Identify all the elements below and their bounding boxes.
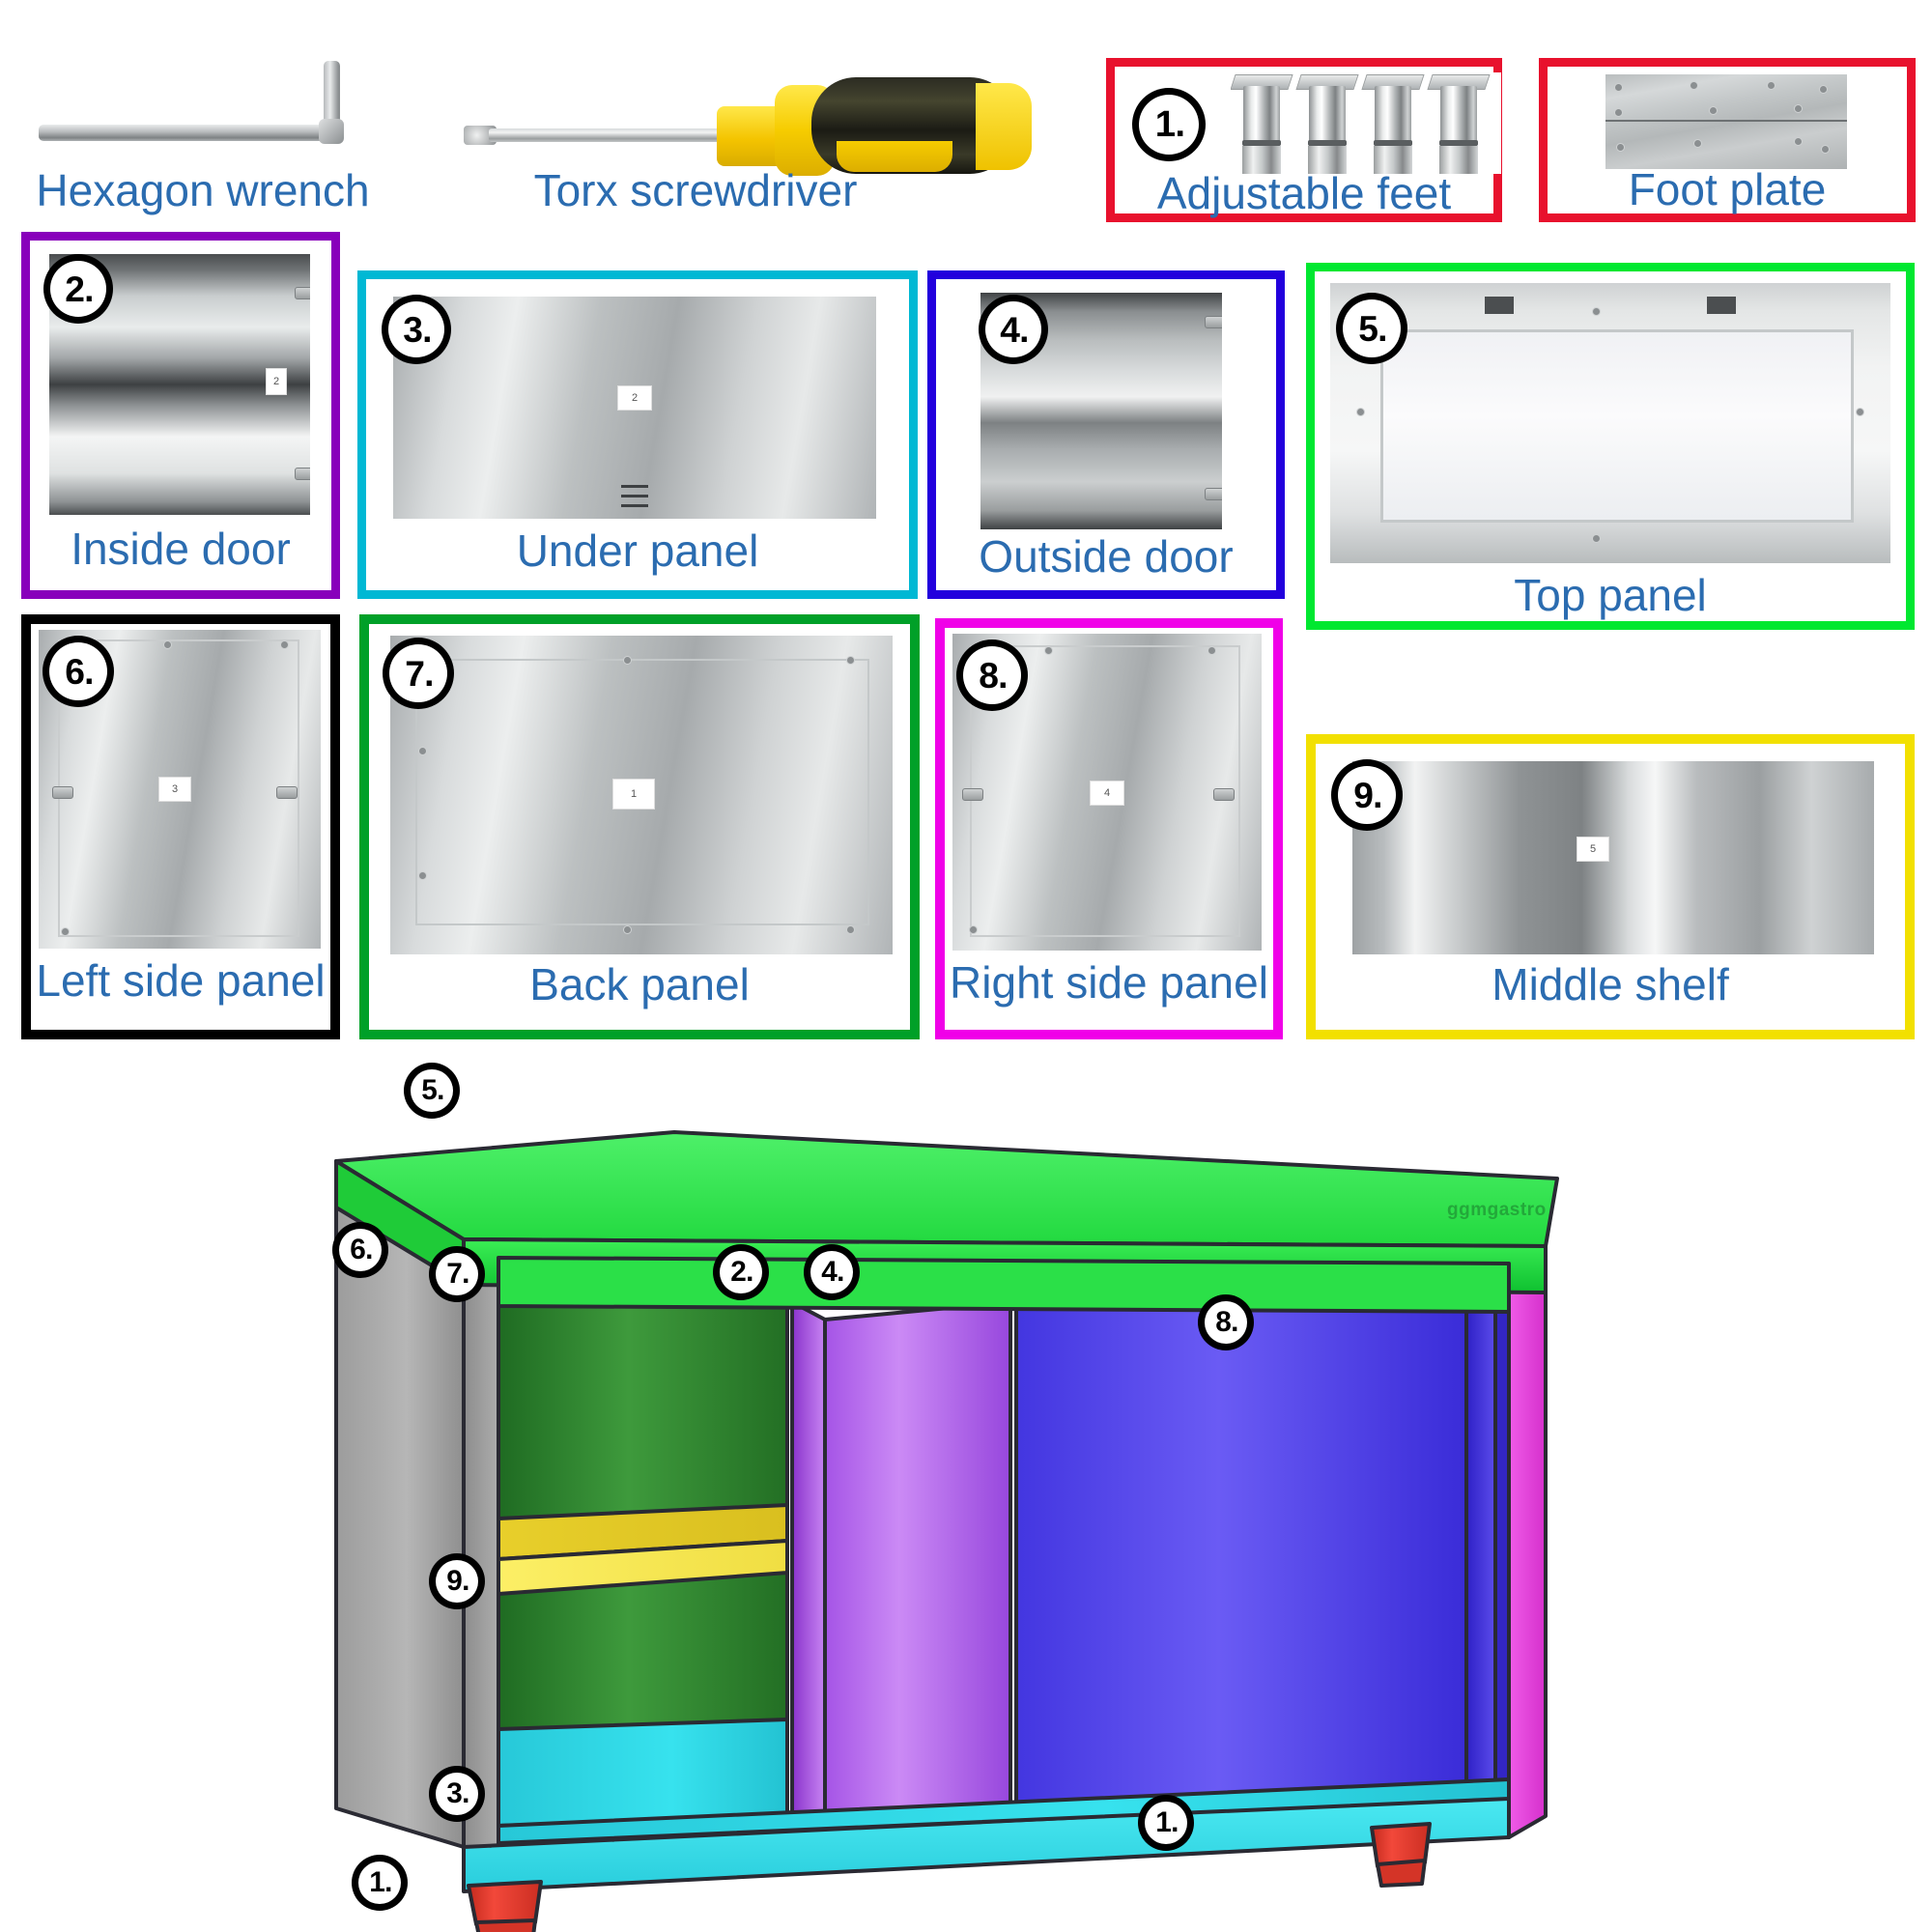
hexagon-wrench-label: Hexagon wrench xyxy=(36,165,370,215)
torx-screwdriver-illustration xyxy=(464,48,1072,176)
top-panel-label: Top panel xyxy=(1514,570,1707,620)
part-box-middle-shelf: 5 9. Middle shelf xyxy=(1306,734,1915,1039)
inside-door-tag: 2 xyxy=(266,368,287,395)
adjustable-foot xyxy=(1361,74,1425,174)
part-box-inside-door: 2 2. Inside door xyxy=(21,232,340,599)
part-box-right-side-panel: 4 8. Right side panel xyxy=(935,618,1283,1039)
bullet-8: 8. xyxy=(956,639,1028,711)
under-panel-tag: 2 xyxy=(617,385,652,411)
inside-door-3d xyxy=(823,1300,1012,1857)
part-box-top-panel: 5. Top panel xyxy=(1306,263,1915,630)
hexagon-wrench-illustration xyxy=(29,53,377,150)
outside-door-right-edge-3d xyxy=(1464,1291,1497,1795)
adjustable-foot xyxy=(1427,74,1491,174)
door-hinge-bottom xyxy=(1205,488,1222,500)
under-panel-label: Under panel xyxy=(516,526,759,576)
left-side-panel-label: Left side panel xyxy=(36,955,326,1006)
wrench-elbow xyxy=(319,119,344,144)
screwdriver-shaft xyxy=(489,128,730,142)
part-box-back-panel: 1 7. Back panel xyxy=(359,614,920,1039)
adjustable-feet-label: Adjustable feet xyxy=(1156,168,1452,218)
bullet-2: 2. xyxy=(43,254,113,324)
middle-shelf-photo: 5 xyxy=(1352,761,1874,954)
bullet-3: 3. xyxy=(382,295,451,364)
top-panel-photo xyxy=(1330,283,1890,563)
right-side-panel-tag: 4 xyxy=(1090,781,1124,806)
side-panel-pin-right xyxy=(1213,788,1235,801)
assembly-diagram: ggmgastro xyxy=(319,1053,1690,1932)
back-panel-label: Back panel xyxy=(529,959,750,1009)
top-panel-surface-3d xyxy=(334,1130,1559,1248)
inside-door-edge-3d xyxy=(790,1300,827,1857)
part-box-left-side-panel: 3 6. Left side panel xyxy=(21,614,340,1039)
back-panel-photo: 1 xyxy=(390,636,893,954)
part-box-foot-plate: Foot plate xyxy=(1539,58,1916,222)
callout-7: 7. xyxy=(429,1246,485,1302)
back-panel-tag: 1 xyxy=(612,779,655,810)
part-box-under-panel: 2 3. Under panel xyxy=(357,270,918,599)
assembly-instruction-sheet: Hexagon wrench Torx screwdriver 1. Adjus… xyxy=(0,0,1932,1932)
bullet-5: 5. xyxy=(1336,293,1407,364)
left-side-panel-inner-3d xyxy=(462,1237,500,1857)
right-side-panel-3d xyxy=(1507,1244,1548,1839)
door-hinge-top xyxy=(295,287,310,299)
torx-screwdriver-label: Torx screwdriver xyxy=(533,165,858,215)
brand-label: ggmgastro xyxy=(1447,1200,1547,1220)
top-panel-underside-3d xyxy=(497,1256,1511,1314)
callout-1-right: 1. xyxy=(1138,1795,1194,1851)
adjustable-foot xyxy=(1295,74,1359,174)
bullet-6: 6. xyxy=(43,636,114,707)
under-panel-photo: 2 xyxy=(393,297,876,519)
part-box-outside-door: 4. Outside door xyxy=(927,270,1285,599)
adjustable-foot-left-3d xyxy=(467,1880,543,1926)
bullet-7: 7. xyxy=(383,638,454,709)
middle-shelf-tag: 5 xyxy=(1577,837,1609,862)
bullet-1: 1. xyxy=(1132,88,1206,161)
bullet-4: 4. xyxy=(979,295,1048,364)
foot-plate-label: Foot plate xyxy=(1628,164,1827,214)
under-panel-interior-3d xyxy=(497,1718,789,1828)
screwdriver-end-cap xyxy=(976,83,1032,170)
right-side-panel-label: Right side panel xyxy=(950,957,1268,1008)
bullet-9: 9. xyxy=(1331,759,1403,831)
foot-plate-photo xyxy=(1605,74,1847,169)
door-hinge-top xyxy=(1205,316,1222,328)
adjustable-foot-right-base-3d xyxy=(1376,1859,1427,1888)
adjustable-foot xyxy=(1231,74,1293,174)
adjustable-foot-left-base-3d xyxy=(474,1918,537,1932)
callout-9: 9. xyxy=(429,1553,485,1609)
callout-2: 2. xyxy=(713,1244,769,1300)
callout-5: 5. xyxy=(404,1063,460,1119)
top-panel-inner-surface xyxy=(1380,329,1854,523)
side-panel-pin-left xyxy=(52,786,73,799)
part-box-adjustable-feet: 1. Adjustable feet xyxy=(1106,58,1502,222)
outside-door-3d xyxy=(1014,1291,1468,1828)
callout-3: 3. xyxy=(429,1766,485,1822)
side-panel-pin-left xyxy=(962,788,983,801)
door-hinge-bottom xyxy=(295,468,310,480)
callout-8: 8. xyxy=(1198,1294,1254,1350)
callout-4: 4. xyxy=(804,1244,860,1300)
adjustable-feet-photo xyxy=(1231,72,1501,174)
outside-door-label: Outside door xyxy=(979,531,1234,582)
wrench-long-arm xyxy=(39,125,338,141)
side-panel-pin-right xyxy=(276,786,298,799)
inside-door-label: Inside door xyxy=(71,524,291,574)
middle-shelf-label: Middle shelf xyxy=(1492,959,1729,1009)
left-side-panel-tag: 3 xyxy=(158,777,191,802)
callout-1-left: 1. xyxy=(352,1855,408,1911)
callout-6: 6. xyxy=(332,1222,388,1278)
